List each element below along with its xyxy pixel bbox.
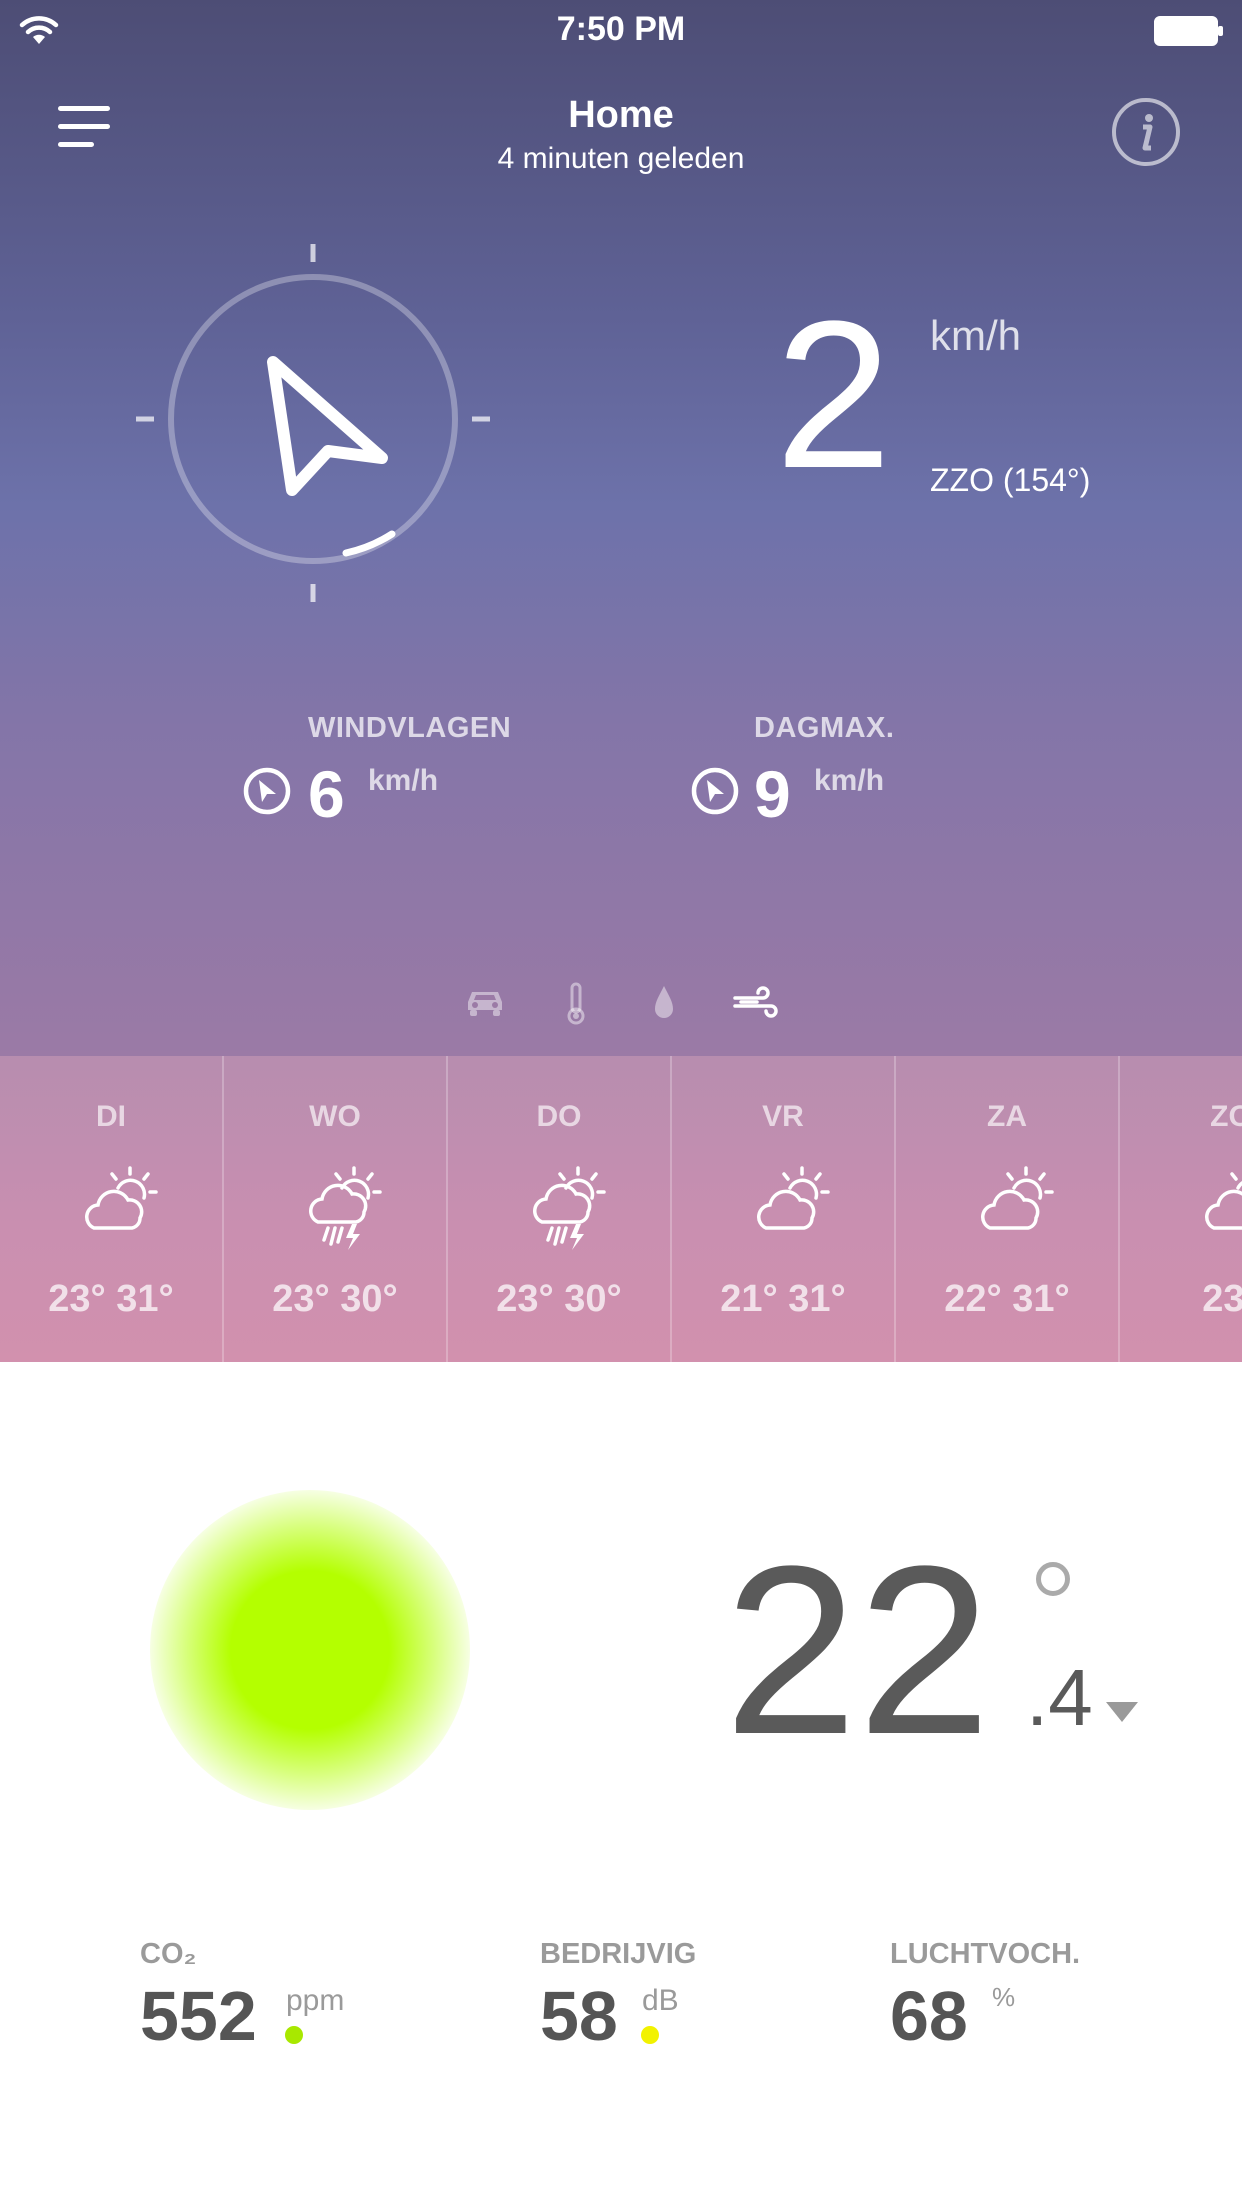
wind-icon[interactable] [733,980,779,1026]
wind-direction-arrow [267,356,388,496]
indoor-temperature: 22 [724,1516,991,1784]
status-time: 7:50 PM [556,10,686,48]
forecast-temps: 21° 31° [720,1278,846,1320]
wind-direction: ZZO (154°) [930,462,1091,498]
forecast-temps: 23° [1202,1278,1242,1320]
status-bar: 7:50 PM [0,0,1242,60]
wind-compass [136,244,490,602]
humidity-unit: % [992,1982,1016,2012]
wind-gauge-icon [243,767,291,815]
trend-down-icon[interactable] [1106,1702,1138,1722]
co2-label: CO₂ [140,1938,197,1970]
forecast-day-name: WO [309,1100,361,1133]
forecast-day[interactable]: ZA 22° 31° [896,1056,1120,1362]
thermometer-icon[interactable] [553,980,599,1026]
daymax-unit: km/h [814,764,885,797]
drop-icon[interactable] [641,980,687,1026]
info-icon[interactable] [1110,96,1182,168]
noise-unit: dB [642,1984,679,2017]
daymax-value: 9 [754,757,791,831]
forecast-strip[interactable]: DI 23° 31° WO 23° 30° DO 23° 30° VR 21° … [0,1056,1242,1362]
co2-status-dot [285,2026,303,2044]
forecast-day[interactable]: DI 23° 31° [0,1056,224,1362]
forecast-temps: 23° 31° [48,1278,174,1320]
forecast-day-name: DI [96,1100,126,1133]
outdoor-panel: 7:50 PM Home 4 minuten geleden 2 km/h ZZ… [0,0,1242,1056]
forecast-temps: 22° 31° [944,1278,1070,1320]
forecast-day[interactable]: VR 21° 31° [672,1056,896,1362]
co2-value: 552 [140,1977,257,2055]
car-icon[interactable] [462,980,508,1026]
partly-cloudy-icon [981,1166,1054,1230]
forecast-temps: 23° 30° [496,1278,622,1320]
co2-unit: ppm [286,1984,345,2017]
humidity-label: LUCHTVOCH. [890,1938,1081,1970]
page-title: Home [568,94,674,136]
wind-speed-unit: km/h [930,312,1022,359]
forecast-day[interactable]: WO 23° 30° [224,1056,448,1362]
wind-speed: 2 [775,277,892,512]
battery-icon [1154,16,1223,46]
forecast-day-name: VR [762,1100,804,1133]
gusts-label: WINDVLAGEN [308,712,512,744]
noise-status-dot [641,2026,659,2044]
forecast-day-name: DO [536,1100,582,1133]
thunderstorm-icon [533,1166,606,1250]
forecast-day-name: ZA [987,1100,1027,1133]
partly-cloudy-icon [757,1166,830,1230]
noise-value: 58 [540,1977,618,2055]
forecast-day[interactable]: DO 23° 30° [448,1056,672,1362]
wind-gauge-icon [691,767,739,815]
degree-symbol [1036,1562,1070,1596]
forecast-temps: 23° 30° [272,1278,398,1320]
thunderstorm-icon [309,1166,382,1250]
noise-label: BEDRIJVIG [540,1938,697,1970]
forecast-day[interactable]: ZO 23° [1120,1056,1242,1362]
humidity-value: 68 [890,1977,968,2055]
air-quality-indicator [150,1490,470,1810]
indoor-temperature-decimal: .4 [1026,1653,1093,1742]
gusts-unit: km/h [368,764,439,797]
gusts-value: 6 [308,757,345,831]
daymax-label: DAGMAX. [754,712,895,744]
last-updated: 4 minuten geleden [497,142,745,175]
forecast-day-name: ZO [1210,1100,1242,1133]
partly-cloudy-icon [85,1166,158,1230]
partly-cloudy-icon [1205,1172,1242,1230]
